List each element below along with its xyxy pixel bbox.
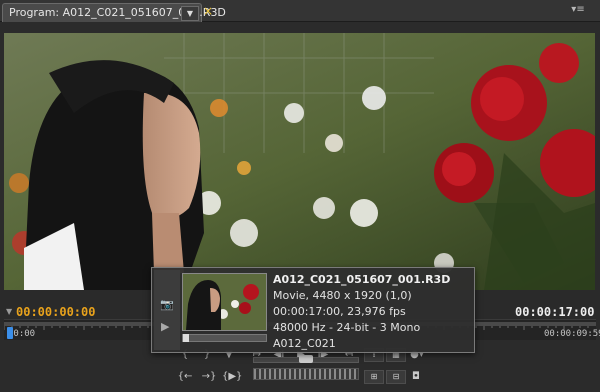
clip-audio-info: 48000 Hz - 24-bit - 3 Mono xyxy=(273,321,421,334)
trim-icon[interactable]: ⊟ xyxy=(386,370,406,384)
video-still-image xyxy=(4,33,595,290)
clip-duration-fps: 00:00:17:00, 23,976 fps xyxy=(273,305,406,318)
thumbnail-scrub-knob[interactable] xyxy=(183,334,189,342)
ruler-end-label: 00:00:09:59 xyxy=(544,329,600,339)
panel-menu-icon[interactable]: ▾≡ xyxy=(566,4,590,16)
play-in-to-out-icon[interactable]: {▶} xyxy=(222,370,242,384)
extract-icon[interactable]: ⊞ xyxy=(364,370,384,384)
current-timecode[interactable]: 00:00:00:00 xyxy=(16,305,95,319)
playhead-marker-icon: ▼ xyxy=(6,307,13,316)
camera-icon[interactable]: 📷 xyxy=(160,298,174,311)
clip-thumbnail xyxy=(182,273,267,331)
export-frame-icon[interactable]: ◘ xyxy=(408,370,424,384)
tab-program-monitor[interactable]: Program: A012_C021_051607_001.R3D ▼ xyxy=(2,3,226,22)
clip-reel-name: A012_C021 xyxy=(273,337,336,350)
clip-name: A012_C021_051607_001.R3D xyxy=(273,273,451,286)
shuttle-slider[interactable] xyxy=(253,355,359,363)
thumbnail-scrub-bar[interactable] xyxy=(182,334,267,342)
jog-wheel[interactable] xyxy=(253,368,359,380)
trim-next-icon[interactable]: →} xyxy=(200,370,218,384)
panel-tab-bar: Program: A012_C021_051607_001.R3D ▼ × ▾≡ xyxy=(0,0,600,22)
trim-prev-icon[interactable]: {← xyxy=(176,370,194,384)
clip-info-tooltip: 📷 ▶ A012_C021_051607_001.R3D Movie, 4480… xyxy=(151,267,475,353)
play-icon[interactable]: ▶ xyxy=(161,320,169,333)
close-icon[interactable]: × xyxy=(203,4,213,18)
shuttle-knob[interactable] xyxy=(299,355,313,363)
thumbnail-image xyxy=(183,274,266,330)
clip-media-info: Movie, 4480 x 1920 (1,0) xyxy=(273,289,412,302)
duration-timecode: 00:00:17:00 xyxy=(515,305,595,319)
dropdown-arrow-icon[interactable]: ▼ xyxy=(181,6,199,21)
program-video-frame xyxy=(4,33,595,290)
playhead[interactable] xyxy=(7,327,13,339)
